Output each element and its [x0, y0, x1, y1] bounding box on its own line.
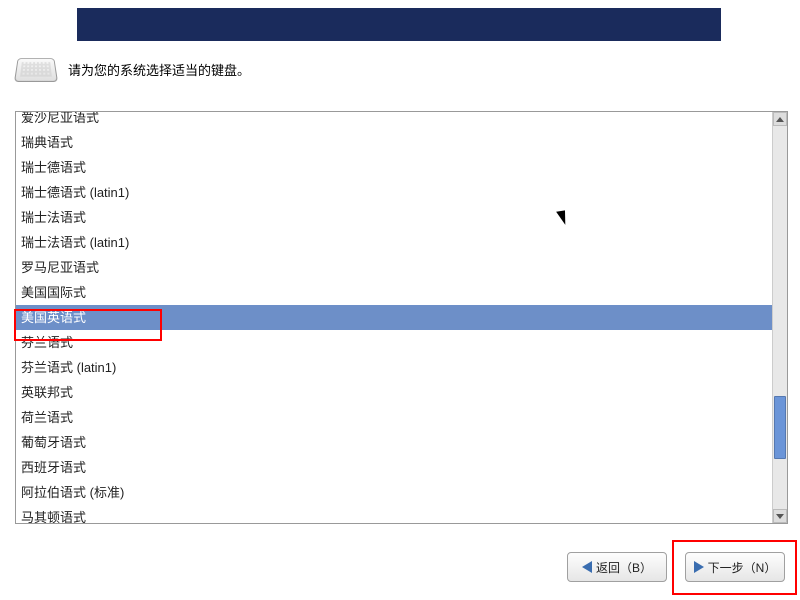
keyboard-list-container: 爱沙尼亚语式瑞典语式瑞士德语式瑞士德语式 (latin1)瑞士法语式瑞士法语式 …	[15, 111, 788, 524]
instruction-text: 请为您的系统选择适当的键盘。	[68, 60, 250, 79]
arrow-right-icon	[694, 561, 704, 573]
list-item[interactable]: 瑞士德语式	[16, 155, 772, 180]
scroll-down-button[interactable]	[773, 509, 787, 523]
list-item[interactable]: 瑞士德语式 (latin1)	[16, 180, 772, 205]
scroll-thumb[interactable]	[774, 396, 786, 459]
list-item[interactable]: 荷兰语式	[16, 405, 772, 430]
keyboard-icon	[14, 58, 58, 82]
list-item[interactable]: 爱沙尼亚语式	[16, 112, 772, 130]
header-banner	[77, 8, 721, 41]
list-item[interactable]: 葡萄牙语式	[16, 430, 772, 455]
list-item[interactable]: 马其顿语式	[16, 505, 772, 523]
arrow-left-icon	[582, 561, 592, 573]
list-item[interactable]: 阿拉伯语式 (标准)	[16, 480, 772, 505]
back-button[interactable]: 返回（B）	[567, 552, 667, 582]
instruction-row: 请为您的系统选择适当的键盘。	[16, 56, 250, 82]
list-item[interactable]: 瑞士法语式 (latin1)	[16, 230, 772, 255]
scroll-up-button[interactable]	[773, 112, 787, 126]
list-item[interactable]: 芬兰语式	[16, 330, 772, 355]
list-item[interactable]: 罗马尼亚语式	[16, 255, 772, 280]
list-item[interactable]: 美国国际式	[16, 280, 772, 305]
button-row: 返回（B） 下一步（N）	[567, 552, 785, 582]
scrollbar[interactable]	[772, 112, 787, 523]
list-item[interactable]: 西班牙语式	[16, 455, 772, 480]
back-button-label: 返回（B）	[596, 559, 652, 576]
next-button[interactable]: 下一步（N）	[685, 552, 785, 582]
next-button-label: 下一步（N）	[708, 559, 777, 576]
list-item[interactable]: 瑞士法语式	[16, 205, 772, 230]
list-item[interactable]: 英联邦式	[16, 380, 772, 405]
list-item[interactable]: 芬兰语式 (latin1)	[16, 355, 772, 380]
list-item[interactable]: 瑞典语式	[16, 130, 772, 155]
list-item[interactable]: 美国英语式	[16, 305, 772, 330]
keyboard-list[interactable]: 爱沙尼亚语式瑞典语式瑞士德语式瑞士德语式 (latin1)瑞士法语式瑞士法语式 …	[16, 112, 772, 523]
